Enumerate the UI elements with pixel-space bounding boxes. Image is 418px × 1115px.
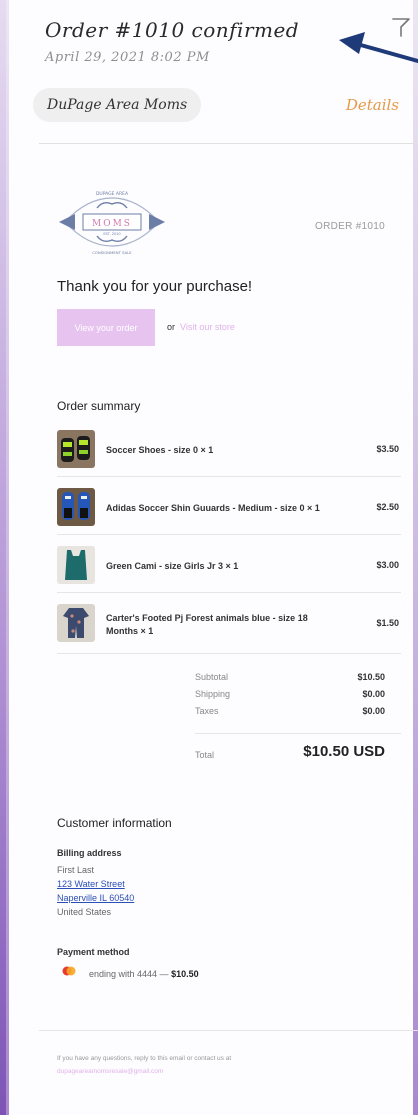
- email-card: Order #1010 confirmed April 29, 2021 8:0…: [9, 0, 418, 1115]
- subtotal-value: $10.50: [357, 672, 385, 682]
- item-divider: [57, 592, 401, 593]
- shin-guards-photo-icon: [57, 488, 95, 526]
- logo-bottom-text: CONSIGNMENT SALE: [92, 250, 132, 255]
- payment-text: ending with 4444 —: [89, 969, 169, 979]
- item-price: $2.50: [376, 502, 399, 512]
- view-order-button[interactable]: View your order: [57, 309, 155, 346]
- taxes-value: $0.00: [362, 706, 385, 716]
- item-name: Adidas Soccer Shin Guuards - Medium - si…: [106, 503, 320, 513]
- total-label: Total: [195, 750, 215, 760]
- item-name: Carter's Footed Pj Forest animals blue -…: [106, 613, 308, 636]
- billing-country: United States: [57, 907, 112, 917]
- logo-est-text: EST. 2010: [103, 232, 120, 236]
- subtotal-label: Subtotal: [195, 672, 229, 682]
- order-item: Adidas Soccer Shin Guuards - Medium - si…: [57, 488, 401, 528]
- logo-top-text: DUPAGE AREA: [96, 191, 129, 197]
- billing-city-link[interactable]: Naperville IL 60540: [57, 893, 134, 903]
- billing-address-title: Billing address: [57, 848, 122, 858]
- header-divider: [39, 143, 418, 144]
- totals-divider: [195, 733, 401, 734]
- item-price: $3.00: [376, 560, 399, 570]
- shipping-value: $0.00: [362, 689, 385, 699]
- order-item: Green Cami - size Girls Jr 3 × 1 $3.00: [57, 546, 401, 586]
- order-title: Order #1010 confirmed: [45, 18, 300, 42]
- store-name-chip[interactable]: DuPage Area Moms: [33, 88, 202, 122]
- order-number: ORDER #1010: [315, 221, 385, 232]
- item-price: $1.50: [376, 618, 399, 628]
- taxes-label: Taxes: [195, 706, 219, 716]
- billing-street-link[interactable]: 123 Water Street: [57, 879, 125, 889]
- shipping-label: Shipping: [195, 689, 231, 699]
- window-edge: [0, 0, 6, 1115]
- logo-main-text: MOMS: [92, 219, 132, 229]
- mastercard-icon: [62, 966, 76, 976]
- item-divider: [57, 476, 401, 477]
- green-cami-photo-icon: [57, 546, 95, 584]
- visit-store-link[interactable]: Visit our store: [180, 322, 235, 332]
- details-link[interactable]: Details: [346, 96, 399, 114]
- customer-info-title: Customer information: [57, 816, 172, 830]
- or-label: or: [167, 322, 176, 332]
- payment-amount: $10.50: [171, 969, 199, 979]
- order-date: April 29, 2021 8:02 PM: [45, 50, 210, 65]
- order-item: Carter's Footed Pj Forest animals blue -…: [57, 604, 401, 644]
- item-price: $3.50: [376, 444, 399, 454]
- soccer-shoes-photo-icon: [57, 430, 95, 468]
- order-item: Soccer Shoes - size 0 × 1 $3.50: [57, 430, 401, 470]
- item-name: Green Cami - size Girls Jr 3 × 1: [106, 561, 239, 571]
- store-logo: MOMS DUPAGE AREA EST. 2010 CONSIGNMENT S…: [59, 191, 165, 255]
- payment-detail: ending with 4444 — $10.50: [89, 969, 199, 979]
- order-summary-title: Order summary: [57, 399, 141, 413]
- payment-method-title: Payment method: [57, 947, 130, 957]
- footer-email-link[interactable]: dupageareamomsresale@gmail.com: [57, 1068, 163, 1075]
- total-value: $10.50 USD: [303, 743, 385, 760]
- item-divider: [57, 653, 401, 654]
- footer-divider: [39, 1030, 418, 1031]
- annotation-arrow-icon: [339, 32, 418, 64]
- footer-text: If you have any questions, reply to this…: [57, 1055, 232, 1062]
- item-name: Soccer Shoes - size 0 × 1: [106, 445, 214, 455]
- thank-you-heading: Thank you for your purchase!: [57, 278, 253, 295]
- item-divider: [57, 534, 401, 535]
- footed-pajamas-photo-icon: [57, 604, 95, 642]
- billing-name: First Last: [57, 865, 95, 875]
